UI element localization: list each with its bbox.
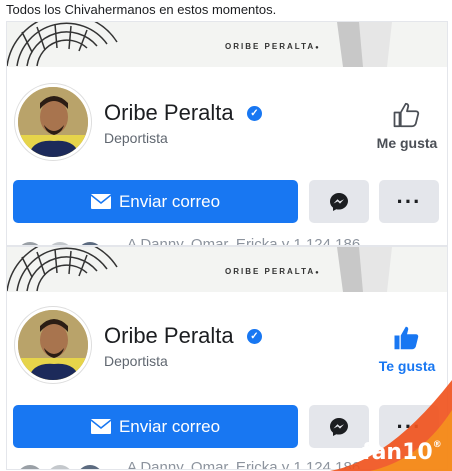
friend-avatar [17,465,43,469]
verified-check-icon: ✓ [247,106,262,121]
envelope-icon [90,194,111,209]
like-button[interactable]: Me gusta [367,100,447,151]
like-label: Me gusta [376,135,438,151]
friend-avatar [77,465,103,469]
thumbs-up-icon [394,326,419,350]
like-label: Te gusta [378,358,436,374]
friend-avatar [47,465,73,469]
page-header-card-before: ORIBE PERALTA● Oribe Peralta ✓ Deportist… [6,21,448,246]
messenger-button[interactable] [309,180,369,223]
avatar-photo-icon [18,310,88,380]
send-email-label: Enviar correo [118,416,221,436]
post-caption: Todos los Chivahermanos en estos momento… [6,2,277,17]
page-category[interactable]: Deportista [104,353,168,369]
cover-photo: ORIBE PERALTA● [7,247,447,292]
avatar-photo-icon [18,87,88,157]
verified-check-icon: ✓ [247,329,262,344]
page-name[interactable]: Oribe Peralta [104,323,234,349]
mutual-friends-text: A Danny, Omar, Ericka y 1.124.186 [127,238,360,245]
liked-button[interactable]: Te gusta [367,323,447,374]
cover-photo: ORIBE PERALTA● [7,22,447,67]
messenger-icon [330,192,348,211]
page-name[interactable]: Oribe Peralta [104,100,234,126]
send-email-button[interactable]: Enviar correo [13,180,298,223]
more-options-button[interactable]: ··· [379,180,439,223]
page-category[interactable]: Deportista [104,130,168,146]
fan10-watermark-logo: fan10® [362,440,442,465]
profile-avatar[interactable] [15,307,91,383]
cover-name-text: ORIBE PERALTA● [225,267,321,276]
thumbs-up-icon [393,102,420,128]
envelope-icon [90,419,111,434]
cover-name-text: ORIBE PERALTA● [225,42,321,51]
send-email-button[interactable]: Enviar correo [13,405,298,448]
mutual-friends-row: A Danny, Omar, Ericka y 1.124.186 [7,238,447,245]
mutual-friends-text: A Danny, Omar, Ericka y 1.124.186 [127,461,361,470]
send-email-label: Enviar correo [118,191,221,211]
profile-avatar[interactable] [15,84,91,160]
more-dots-icon: ··· [396,188,422,214]
